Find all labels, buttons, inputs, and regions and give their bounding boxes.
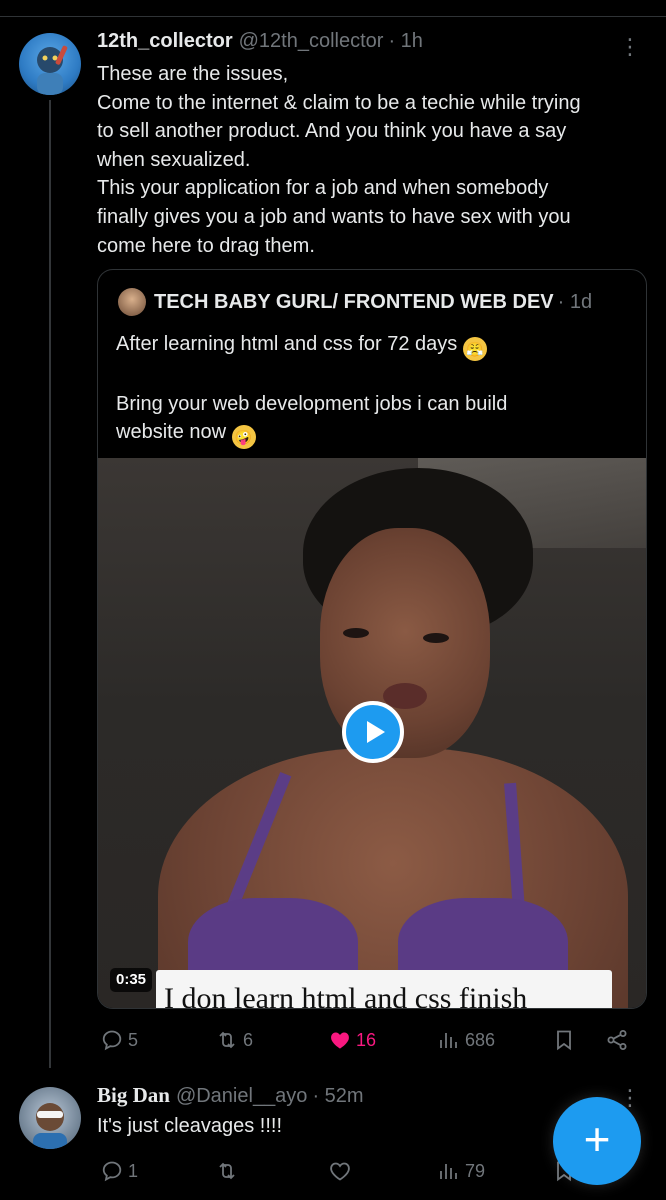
reply-author-name[interactable]: Big Dan [97, 1083, 170, 1108]
tweet-text-line: when sexualized. [97, 148, 251, 171]
bookmark-icon [557, 1030, 571, 1051]
tweet-text-line: to sell another product. And you think y… [97, 120, 567, 143]
heart-icon [330, 1162, 350, 1181]
author-avatar[interactable] [19, 33, 81, 95]
repost-count: 6 [243, 1029, 254, 1050]
zany-face-emoji-icon: 🤪 [231, 425, 256, 450]
tweet-text-line: These are the issues, [97, 63, 289, 85]
quote-header: TECH BABY GURL/ FRONTEND WEB DEV · 1d [118, 288, 592, 316]
tweet-text-line: finally gives you a job and wants to hav… [97, 205, 571, 228]
repost-icon [219, 1031, 235, 1049]
plus-icon: + [583, 1113, 611, 1165]
top-divider [0, 16, 666, 17]
view-count: 79 [465, 1160, 486, 1181]
reply-author-handle[interactable]: @Daniel__ayo [176, 1085, 308, 1108]
video-duration: 0:35 [110, 968, 153, 992]
heart-filled-icon [331, 1032, 349, 1049]
bookmark-button[interactable] [552, 1024, 576, 1056]
tweet-text-line: Come to the internet & claim to be a tec… [97, 91, 581, 114]
view-count: 686 [465, 1029, 496, 1050]
repost-button[interactable] [215, 1155, 239, 1187]
share-icon [607, 1030, 627, 1050]
quote-author-avatar [118, 288, 146, 316]
views-icon [440, 1033, 457, 1048]
quote-time: · 1d [557, 290, 593, 313]
quote-text-line: website now [116, 421, 227, 444]
video-thumbnail[interactable]: I don learn html and css finish 0:35 [98, 458, 646, 1008]
thread-line [49, 100, 51, 1068]
compose-button[interactable]: + [553, 1097, 641, 1185]
reply-time[interactable]: · 52m [312, 1085, 363, 1108]
repost-icon [219, 1162, 235, 1180]
reply-icon [102, 1161, 122, 1182]
views-button[interactable]: 686 [437, 1024, 495, 1056]
views-icon [440, 1164, 457, 1179]
repost-button[interactable]: 6 [215, 1024, 253, 1056]
quote-text-line: Bring your web development jobs i can bu… [116, 392, 508, 415]
reply-count: 5 [128, 1029, 139, 1050]
author-name[interactable]: 12th_collector [97, 30, 233, 53]
reply-button[interactable]: 1 [100, 1155, 138, 1187]
reply-icon [102, 1030, 122, 1051]
views-button[interactable]: 79 [437, 1155, 485, 1187]
play-button-icon[interactable] [342, 701, 404, 763]
tweet-text-line: come here to drag them. [97, 234, 315, 257]
reply-button[interactable]: 5 [100, 1024, 138, 1056]
video-figure-eye [423, 633, 449, 643]
video-figure-eye [343, 628, 369, 638]
quote-text-line: After learning html and css for 72 days [116, 333, 458, 355]
reply-header: Big Dan @Daniel__ayo · 52m [97, 1083, 364, 1111]
like-button[interactable]: 16 [328, 1024, 376, 1056]
like-count: 16 [356, 1029, 377, 1050]
video-caption: I don learn html and css finish [156, 970, 612, 1008]
quote-text: After learning html and css for 72 days … [116, 330, 626, 450]
quoted-tweet[interactable]: TECH BABY GURL/ FRONTEND WEB DEV · 1d Af… [97, 269, 647, 1009]
tweet-header: 12th_collector @12th_collector · 1h [97, 30, 423, 58]
reply-author-avatar[interactable] [19, 1087, 81, 1149]
quote-author-name: TECH BABY GURL/ FRONTEND WEB DEV [154, 290, 554, 313]
quote-text-line [116, 361, 626, 390]
tweet-text: These are the issues, Come to the intern… [97, 60, 637, 260]
tired-face-emoji-icon: 😤 [462, 337, 487, 361]
tweet-action-bar: 5 6 16 686 [97, 1024, 647, 1056]
tweet-text-line: This your application for a job and when… [97, 177, 549, 200]
reply-count: 1 [128, 1160, 139, 1181]
share-button[interactable] [605, 1024, 629, 1056]
like-button[interactable] [328, 1155, 352, 1187]
tweet-time[interactable]: · 1h [388, 30, 422, 53]
more-options-icon[interactable]: ⋮ [618, 33, 642, 61]
author-handle[interactable]: @12th_collector [239, 30, 384, 53]
